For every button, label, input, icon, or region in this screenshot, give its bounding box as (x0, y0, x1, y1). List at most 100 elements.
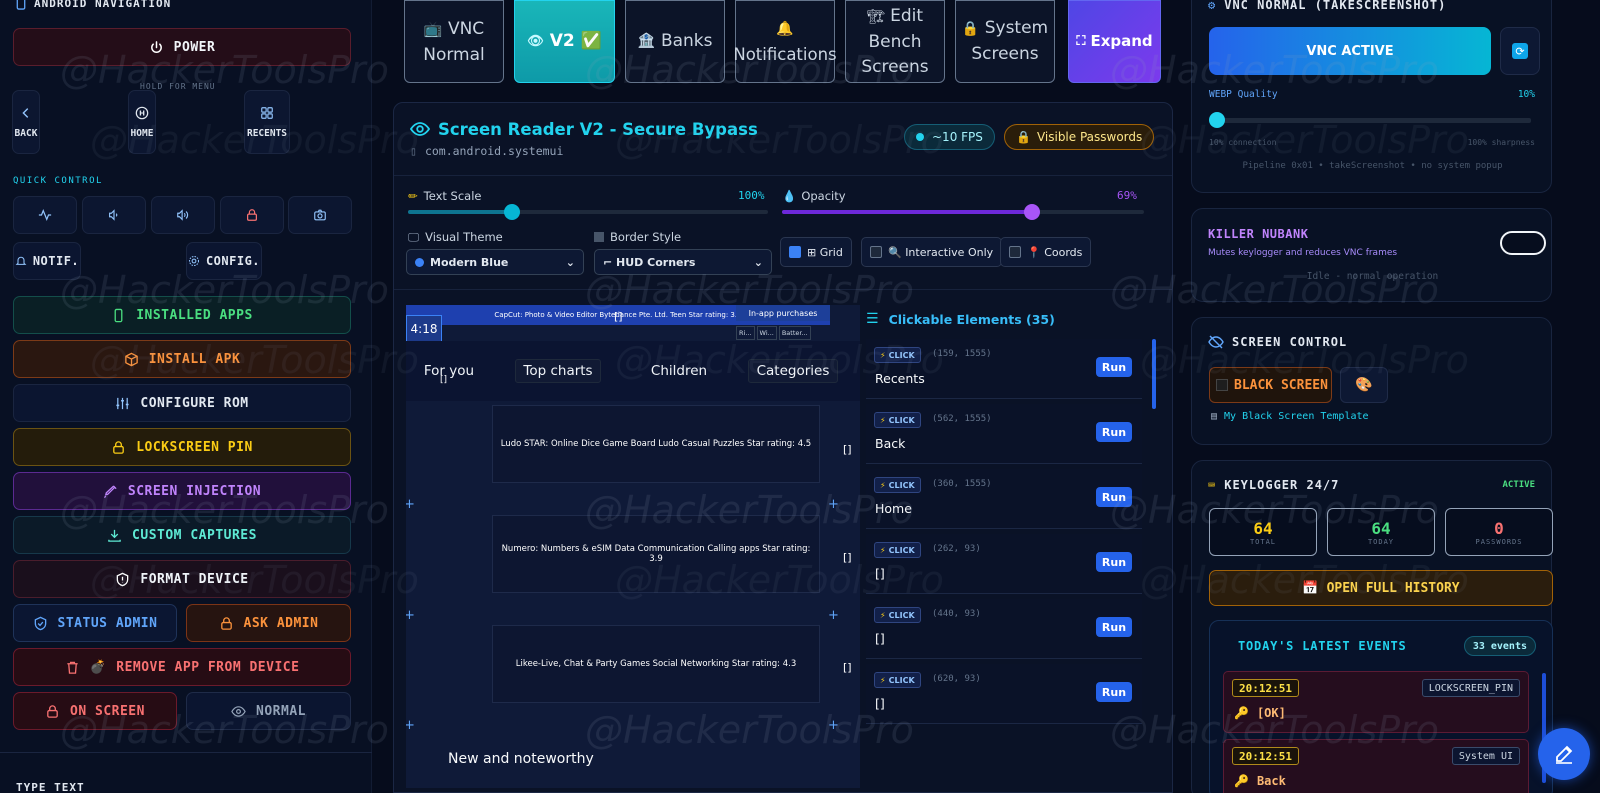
power-button[interactable]: POWER (13, 28, 351, 66)
tab-expand[interactable]: ⛶ Expand (1068, 0, 1161, 83)
passwords-count: 0 (1494, 518, 1504, 538)
coords-checkbox[interactable]: 📍 Coords (1000, 237, 1092, 267)
install-apk-button[interactable]: INSTALL APK (13, 340, 351, 378)
click-badge: ⚡ CLICK (874, 607, 921, 623)
clickable-element-row[interactable]: ⚡ CLICK (159, 1555) Recents Run (866, 339, 1142, 399)
text-scale-knob[interactable] (504, 204, 520, 220)
notif-button[interactable]: NOTIF. (13, 242, 81, 280)
run-button[interactable]: Run (1096, 552, 1132, 572)
preview-new-noteworthy: New and noteworthy (448, 751, 594, 767)
tab-system-screens[interactable]: 🔒 System Screens (955, 0, 1055, 83)
template-link[interactable]: ▤ My Black Screen Template (1211, 411, 1369, 422)
format-device-label: FORMAT DEVICE (140, 571, 249, 587)
calendar-icon: 📅 (1302, 580, 1319, 596)
webp-min-label: 10% connection (1209, 138, 1277, 147)
interactive-only-checkbox[interactable]: 🔍 Interactive Only (861, 237, 1003, 267)
installed-apps-button[interactable]: INSTALLED APPS (13, 296, 351, 334)
passwords-label: PASSWORDS (1475, 537, 1523, 546)
status-admin-button[interactable]: STATUS ADMIN (13, 604, 177, 642)
border-style-select[interactable]: ⌐ HUD Corners ⌄ (594, 249, 772, 275)
lock-button[interactable] (220, 196, 284, 234)
vnc-active-button[interactable]: VNC ACTIVE (1209, 27, 1491, 75)
webp-knob[interactable] (1209, 112, 1225, 128)
normal-button[interactable]: NORMAL (186, 692, 351, 730)
opacity-knob[interactable] (1024, 204, 1040, 220)
event-message: 🔑 Back (1234, 774, 1286, 788)
remove-app-button[interactable]: 💣 REMOVE APP FROM DEVICE (13, 648, 351, 686)
pencil-icon: ✏ (408, 189, 418, 203)
back-button[interactable]: BACK (12, 90, 40, 154)
syringe-icon (103, 484, 117, 498)
click-badge: ⚡ CLICK (874, 477, 921, 493)
open-history-button[interactable]: 📅 OPEN FULL HISTORY (1209, 570, 1553, 606)
run-button[interactable]: Run (1096, 682, 1132, 702)
config-button[interactable]: CONFIG. (186, 242, 262, 280)
key-icon: 🔑 (1234, 774, 1249, 788)
click-badge-label: CLICK (888, 415, 915, 425)
ask-admin-button[interactable]: ASK ADMIN (186, 604, 351, 642)
run-button[interactable]: Run (1096, 357, 1132, 377)
sliders-icon: ⚙ (1208, 0, 1217, 12)
killer-toggle[interactable] (1500, 231, 1546, 255)
run-button[interactable]: Run (1096, 422, 1132, 442)
palette-button[interactable]: 🎨 (1340, 367, 1388, 403)
preview-bracket-3: [] (843, 661, 852, 674)
volume-down-button[interactable] (82, 196, 146, 234)
killer-status: Idle - normal operation (1306, 271, 1439, 282)
screen-injection-label: SCREEN INJECTION (127, 483, 262, 499)
activity-button[interactable] (13, 196, 77, 234)
tab-expand-label: Expand (1090, 32, 1153, 50)
format-device-button[interactable]: FORMAT DEVICE (13, 560, 351, 598)
tab-notifications-label: Notifications (733, 44, 837, 64)
custom-captures-button[interactable]: CUSTOM CAPTURES (13, 516, 351, 554)
recents-button[interactable]: RECENTS (244, 90, 290, 154)
clickable-element-row[interactable]: ⚡ CLICK (262, 93) [] Run (866, 534, 1142, 594)
screenshot-button[interactable] (288, 196, 352, 234)
event-item[interactable]: 20:12:51 LOCKSCREEN_PIN 🔑 [OK] (1223, 671, 1529, 733)
on-screen-button[interactable]: ON SCREEN (13, 692, 177, 730)
clickable-element-row[interactable]: ⚡ CLICK (440, 93) [] Run (866, 599, 1142, 659)
lock-icon (47, 704, 58, 718)
list-scrollbar[interactable] (1152, 339, 1156, 409)
tab-vnc-normal[interactable]: 📺 VNC Normal (404, 0, 504, 83)
tab-edit-bench[interactable]: 🏗 Edit Bench Screens (845, 0, 945, 83)
clickable-element-row[interactable]: ⚡ CLICK (562, 1555) Back Run (866, 404, 1142, 464)
opacity-slider[interactable] (782, 204, 1144, 220)
lock-icon (113, 440, 125, 454)
home-button[interactable]: H HOME (128, 90, 156, 154)
edit-fab[interactable] (1538, 728, 1590, 780)
passwords-counter: 0 PASSWORDS (1445, 508, 1553, 556)
file-icon: ▤ (1211, 411, 1218, 422)
text-scale-slider[interactable] (408, 204, 768, 220)
lockscreen-pin-button[interactable]: LOCKSCREEN PIN (13, 428, 351, 466)
bolt-icon: ⚡ (880, 610, 886, 620)
checkbox-checked-icon (789, 246, 801, 258)
total-label: TOTAL (1249, 537, 1277, 546)
black-screen-button[interactable]: BLACK SCREEN (1209, 367, 1332, 403)
configure-rom-button[interactable]: CONFIGURE ROM (13, 384, 351, 422)
phone-preview: CapCut: Photo & Video Editor Bytedance P… (406, 305, 860, 788)
event-item[interactable]: 20:12:51 System UI 🔑 Back (1223, 739, 1529, 793)
click-badge: ⚡ CLICK (874, 347, 921, 363)
refresh-button[interactable]: ⟳ (1500, 27, 1540, 75)
expand-icon: ⛶ (1076, 34, 1086, 49)
volume-up-button[interactable] (151, 196, 215, 234)
fps-text: ~10 FPS (932, 130, 983, 144)
tab-v2[interactable]: 👁 V2 ✅ (514, 0, 615, 83)
run-button[interactable]: Run (1096, 617, 1132, 637)
tab-notifications[interactable]: 🔔 Notifications (733, 0, 837, 83)
eye-icon (410, 122, 430, 136)
grid-checkbox[interactable]: ⊞ Grid (780, 237, 852, 267)
tab-banks[interactable]: 🏦 Banks (625, 0, 725, 83)
clickable-element-row[interactable]: ⚡ CLICK (360, 1555) Home Run (866, 469, 1142, 529)
building-icon: 🏗 (866, 8, 885, 25)
clickable-element-row[interactable]: ⚡ CLICK (620, 93) [] Run (866, 664, 1142, 724)
screen-control-card: SCREEN CONTROL BLACK SCREEN 🎨 ▤ My Black… (1191, 317, 1552, 445)
drop-icon: 💧 (782, 189, 797, 203)
webp-slider[interactable] (1209, 112, 1531, 128)
camera-icon (314, 209, 326, 221)
visible-passwords-toggle[interactable]: 🔒 Visible Passwords (1004, 124, 1155, 150)
screen-injection-button[interactable]: SCREEN INJECTION (13, 472, 351, 510)
visual-theme-select[interactable]: Modern Blue ⌄ (406, 249, 584, 275)
run-button[interactable]: Run (1096, 487, 1132, 507)
